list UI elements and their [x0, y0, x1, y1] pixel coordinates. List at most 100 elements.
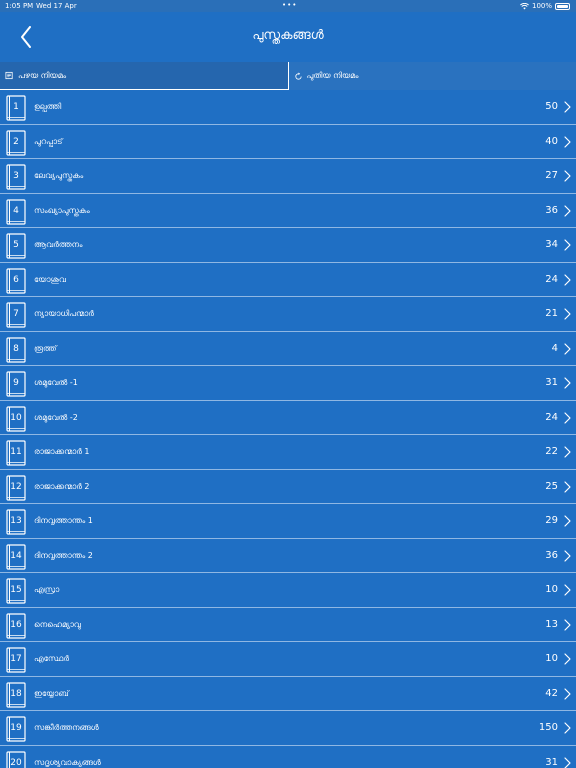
- book-row[interactable]: 11 രാജാക്കന്മാർ 1 22: [0, 435, 576, 470]
- chapter-count: 10: [545, 653, 558, 664]
- book-name: രാജാക്കന്മാർ 1: [34, 447, 90, 456]
- chevron-right-icon: [564, 101, 571, 113]
- status-right: 100%: [520, 0, 570, 12]
- tab-old-testament[interactable]: പഴയ നിയമം: [0, 62, 289, 90]
- testament-segmented-control: പഴയ നിയമം പുതിയ നിയമം: [0, 62, 576, 90]
- book-number: 6: [13, 274, 19, 285]
- chevron-right-icon: [564, 549, 571, 562]
- book-name: സങ്കീർത്തനങ്ങൾ: [34, 723, 99, 732]
- book-number: 16: [10, 619, 22, 630]
- book-number: 2: [13, 136, 19, 147]
- navigation-bar: പുസ്തകങ്ങൾ: [0, 12, 576, 62]
- book-number: 19: [10, 723, 22, 733]
- book-row[interactable]: 9 ശമുവേൽ -1 31: [0, 366, 576, 401]
- wifi-icon: [520, 2, 529, 9]
- battery-percent: 100%: [531, 2, 552, 10]
- book-row[interactable]: 18 ഇയ്യോബ് 42: [0, 677, 576, 711]
- book-name: ആവർത്തനം: [34, 240, 83, 249]
- book-name: എസ്ഥേർ: [34, 654, 69, 663]
- chevron-right-icon: [564, 480, 571, 493]
- chapter-count: 13: [545, 618, 558, 630]
- status-date: Wed 17 Apr: [36, 2, 77, 10]
- book-row[interactable]: 15 എസ്രാ 10: [0, 573, 576, 608]
- multitask-dots[interactable]: •••: [282, 0, 297, 11]
- book-row[interactable]: 17 എസ്ഥേർ 10: [0, 642, 576, 677]
- book-name: ദിനവൃത്താന്തം 2: [34, 550, 93, 560]
- book-number: 17: [10, 654, 22, 664]
- book-number: 12: [10, 481, 22, 492]
- scroll-icon: [5, 71, 13, 80]
- refresh-icon: [294, 71, 302, 80]
- book-row[interactable]: 12 രാജാക്കന്മാർ 2 25: [0, 470, 576, 504]
- chapter-count: 29: [545, 515, 558, 526]
- book-row[interactable]: 6 യോശുവ 24: [0, 263, 576, 297]
- battery-icon: [555, 2, 570, 10]
- book-number: 10: [10, 412, 22, 423]
- chapter-count: 22: [545, 446, 558, 457]
- book-row[interactable]: 2 പുറപ്പാട് 40: [0, 125, 576, 159]
- book-name: ഇയ്യോബ്: [34, 688, 69, 698]
- book-row[interactable]: 4 സംഖ്യാപുസ്തകം 36: [0, 194, 576, 228]
- chevron-right-icon: [564, 515, 571, 527]
- chapter-count: 25: [545, 480, 558, 492]
- tab-old-testament-label: പഴയ നിയമം: [18, 70, 67, 80]
- book-number: 13: [10, 516, 22, 526]
- book-row[interactable]: 7 ന്യായാധിപന്മാർ 21: [0, 297, 576, 332]
- book-row[interactable]: 1 ഉല്പത്തി 50: [0, 90, 576, 125]
- chapter-count: 21: [545, 308, 558, 319]
- book-row[interactable]: 14 ദിനവൃത്താന്തം 2 36: [0, 539, 576, 573]
- chapter-count: 31: [545, 756, 558, 768]
- tab-new-testament[interactable]: പുതിയ നിയമം: [289, 62, 576, 90]
- book-name: രാജാക്കന്മാർ 2: [34, 481, 90, 491]
- book-list: 1 ഉല്പത്തി 50 2 പുറപ്പാട് 40 3 ലേവ്യപുസ്…: [0, 90, 576, 768]
- book-name: എസ്രാ: [34, 585, 60, 594]
- book-row[interactable]: 10 ശമുവേൽ -2 24: [0, 401, 576, 435]
- chevron-right-icon: [564, 170, 571, 182]
- book-row[interactable]: 3 ലേവ്യപുസ്തകം 27: [0, 159, 576, 194]
- book-number: 9: [13, 378, 19, 388]
- book-number: 5: [13, 240, 19, 250]
- book-row[interactable]: 19 സങ്കീർത്തനങ്ങൾ 150: [0, 711, 576, 746]
- book-row[interactable]: 16 നെഹെമ്യാവു 13: [0, 608, 576, 642]
- book-row[interactable]: 8 രൂത്ത് 4: [0, 332, 576, 366]
- book-row[interactable]: 13 ദിനവൃത്താന്തം 1 29: [0, 504, 576, 539]
- book-name: സദൃശ്യവാക്യങ്ങൾ: [34, 757, 101, 767]
- status-time: 1:05 PM: [5, 2, 34, 10]
- chapter-count: 27: [545, 170, 558, 181]
- chevron-right-icon: [564, 618, 571, 631]
- book-name: രൂത്ത്: [34, 343, 57, 353]
- chapter-count: 42: [545, 687, 558, 699]
- chevron-right-icon: [564, 584, 571, 596]
- book-name: ശമുവേൽ -2: [34, 412, 78, 422]
- chevron-right-icon: [564, 273, 571, 286]
- book-number: 4: [13, 205, 19, 216]
- book-name: പുറപ്പാട്: [34, 136, 63, 146]
- chapter-count: 40: [545, 135, 558, 147]
- book-name: നെഹെമ്യാവു: [34, 619, 81, 629]
- chevron-right-icon: [564, 653, 571, 665]
- chevron-right-icon: [564, 756, 571, 768]
- book-name: ശമുവേൽ -1: [34, 378, 78, 387]
- chapter-count: 34: [545, 239, 558, 250]
- book-name: ന്യായാധിപന്മാർ: [34, 309, 94, 318]
- book-number: 1: [13, 102, 19, 112]
- chapter-count: 10: [545, 584, 558, 595]
- chapter-count: 31: [545, 377, 558, 388]
- book-number: 18: [10, 688, 22, 699]
- chevron-right-icon: [564, 204, 571, 217]
- book-number: 11: [10, 447, 22, 457]
- book-row[interactable]: 5 ആവർത്തനം 34: [0, 228, 576, 263]
- book-name: സംഖ്യാപുസ്തകം: [34, 205, 90, 215]
- chapter-count: 150: [538, 722, 558, 733]
- chapter-count: 24: [545, 411, 558, 423]
- chevron-right-icon: [564, 377, 571, 389]
- book-number: 8: [13, 343, 19, 354]
- book-number: 14: [10, 550, 22, 561]
- chevron-right-icon: [564, 135, 571, 148]
- tab-new-testament-label: പുതിയ നിയമം: [306, 71, 359, 80]
- book-name: ഉല്പത്തി: [34, 102, 62, 111]
- chapter-count: 50: [545, 101, 558, 112]
- book-row[interactable]: 20 സദൃശ്യവാക്യങ്ങൾ 31: [0, 746, 576, 768]
- page-title: പുസ്തകങ്ങൾ: [252, 28, 324, 43]
- book-number: 3: [13, 171, 19, 181]
